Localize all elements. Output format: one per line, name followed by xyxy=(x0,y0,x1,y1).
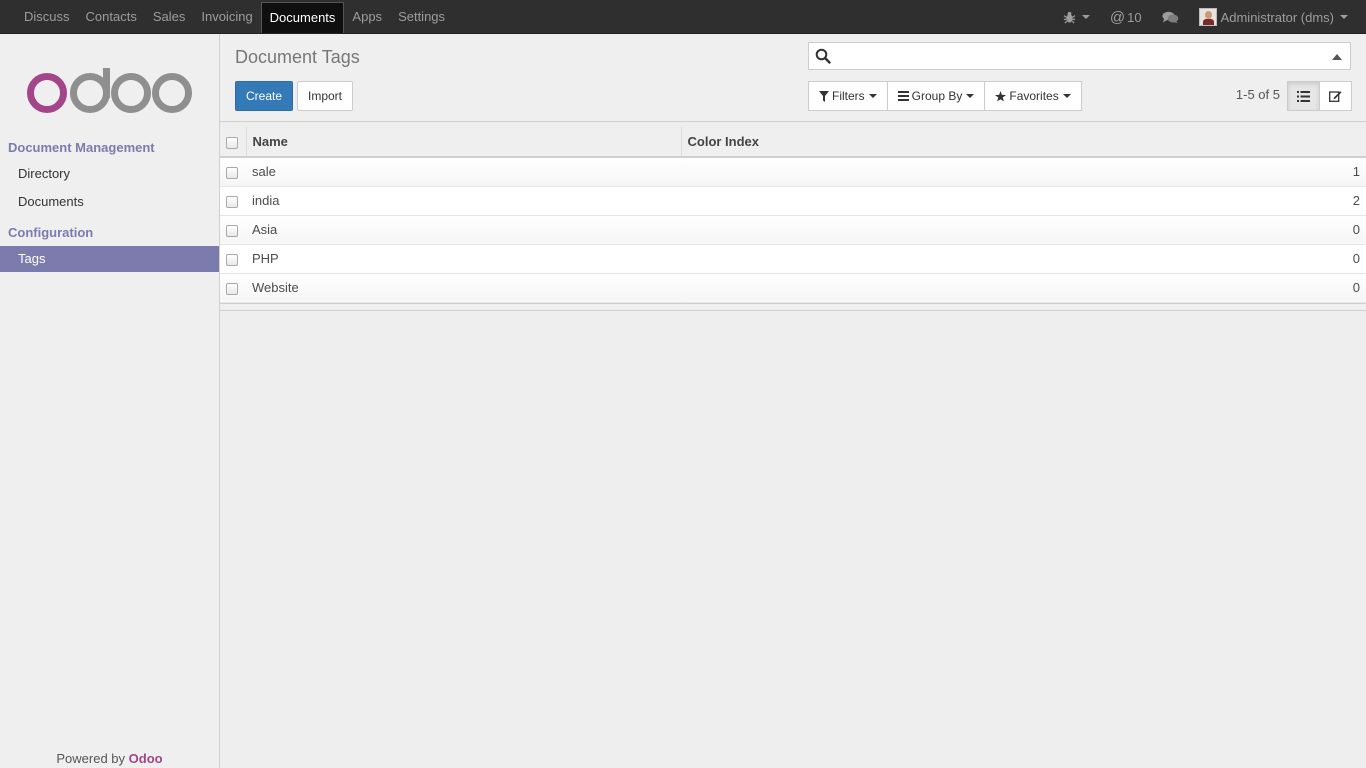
search-options: Filters Group By Favorites xyxy=(808,81,1082,111)
sidebar: Document Management Directory Documents … xyxy=(0,34,220,768)
filters-button[interactable]: Filters xyxy=(808,81,888,111)
section-configuration: Configuration xyxy=(8,225,94,240)
favorites-button[interactable]: Favorites xyxy=(984,81,1082,111)
pager-value[interactable]: 1-5 of 5 xyxy=(1236,87,1280,102)
sidebar-item-tags[interactable]: Tags xyxy=(0,246,219,272)
cell-name: PHP xyxy=(246,244,681,274)
row-checkbox[interactable] xyxy=(226,253,238,266)
table-row[interactable]: india 2 xyxy=(220,186,1366,216)
cell-name: india xyxy=(246,186,681,216)
sidebar-item-directory[interactable]: Directory xyxy=(0,161,219,187)
search-options-toggle[interactable] xyxy=(1332,54,1342,60)
comments-icon xyxy=(1162,11,1178,23)
section-document-management: Document Management xyxy=(8,140,155,155)
app-menu: Discuss Contacts Sales Invoicing Documen… xyxy=(16,0,453,34)
cell-name: Website xyxy=(246,273,681,303)
app-settings[interactable]: Settings xyxy=(390,1,453,33)
chevron-down-icon xyxy=(868,94,877,98)
row-select-cell xyxy=(220,186,246,216)
column-header-color-index[interactable]: Color Index xyxy=(681,127,1366,158)
select-all-checkbox[interactable] xyxy=(226,136,238,149)
table-row[interactable]: sale 1 xyxy=(220,157,1366,187)
messages-menu[interactable] xyxy=(1152,0,1189,34)
sidebar-item-documents[interactable]: Documents xyxy=(0,189,219,215)
filter-icon xyxy=(819,90,829,102)
cell-name: Asia xyxy=(246,215,681,245)
chevron-down-icon xyxy=(1062,94,1071,98)
app-documents[interactable]: Documents xyxy=(260,2,345,33)
row-checkbox[interactable] xyxy=(226,195,238,208)
powered-by-brand-link[interactable]: Odoo xyxy=(129,751,163,766)
search-bar xyxy=(808,42,1351,70)
mentions-count: 10 xyxy=(1127,9,1142,25)
cell-color-index: 0 xyxy=(681,244,1366,274)
list-icon xyxy=(1297,90,1310,102)
cell-color-index: 2 xyxy=(681,186,1366,216)
cell-color-index: 0 xyxy=(681,273,1366,303)
create-button[interactable]: Create xyxy=(235,81,293,111)
import-button[interactable]: Import xyxy=(297,81,353,111)
view-switcher xyxy=(1287,81,1352,111)
bars-icon xyxy=(897,91,909,101)
row-select-cell xyxy=(220,157,246,187)
group-by-button[interactable]: Group By xyxy=(886,81,986,111)
group-by-label: Group By xyxy=(911,89,963,103)
app-sales[interactable]: Sales xyxy=(145,1,194,33)
list-view: Name Color Index sale 1 india 2 Asia 0 P… xyxy=(220,127,1366,311)
avatar xyxy=(1198,8,1217,26)
powered-by: Powered by Odoo xyxy=(0,751,219,766)
powered-by-text: Powered by xyxy=(56,751,126,766)
at-icon: @ xyxy=(1109,8,1126,26)
table-row[interactable]: PHP 0 xyxy=(220,244,1366,274)
chevron-down-icon xyxy=(1340,15,1348,19)
cell-color-index: 0 xyxy=(681,215,1366,245)
page-title: Document Tags xyxy=(235,47,360,67)
cell-color-index: 1 xyxy=(681,157,1366,187)
user-name: Administrator (dms) xyxy=(1220,9,1334,25)
chevron-down-icon xyxy=(1081,15,1090,19)
cell-name: sale xyxy=(246,157,681,187)
bug-icon xyxy=(1063,11,1076,23)
form-view-button[interactable] xyxy=(1319,81,1352,111)
row-select-cell xyxy=(220,273,246,303)
table-row[interactable]: Website 0 xyxy=(220,273,1366,303)
top-navbar: Discuss Contacts Sales Invoicing Documen… xyxy=(0,0,1366,34)
table-header-row: Name Color Index xyxy=(220,127,1366,158)
row-checkbox[interactable] xyxy=(226,282,238,295)
list-view-button[interactable] xyxy=(1287,81,1320,111)
table-footer xyxy=(220,302,1366,311)
app-apps[interactable]: Apps xyxy=(344,1,390,33)
systray: @ 10 Administrator (dms) xyxy=(1053,0,1358,34)
table-row[interactable]: Asia 0 xyxy=(220,215,1366,245)
tags-table: Name Color Index sale 1 india 2 Asia 0 P… xyxy=(220,127,1366,303)
row-select-cell xyxy=(220,215,246,245)
app-invoicing[interactable]: Invoicing xyxy=(193,1,260,33)
row-checkbox[interactable] xyxy=(226,166,238,179)
edit-icon xyxy=(1329,91,1342,102)
row-checkbox[interactable] xyxy=(226,224,238,237)
odoo-logo xyxy=(27,68,192,113)
select-all-cell xyxy=(220,127,246,158)
mentions-menu[interactable]: @ 10 xyxy=(1100,0,1152,34)
row-select-cell xyxy=(220,244,246,274)
app-contacts[interactable]: Contacts xyxy=(78,1,145,33)
app-discuss[interactable]: Discuss xyxy=(16,1,78,33)
favorites-label: Favorites xyxy=(1009,89,1059,103)
chevron-down-icon xyxy=(966,94,975,98)
filters-label: Filters xyxy=(832,89,865,103)
column-header-name[interactable]: Name xyxy=(245,127,682,158)
search-input[interactable] xyxy=(837,46,1317,66)
debug-menu[interactable] xyxy=(1053,0,1100,34)
star-icon xyxy=(995,90,1007,102)
control-panel: Document Tags Create Import Filters Grou… xyxy=(220,34,1366,122)
search-icon xyxy=(815,48,831,64)
user-menu[interactable]: Administrator (dms) xyxy=(1189,0,1358,34)
